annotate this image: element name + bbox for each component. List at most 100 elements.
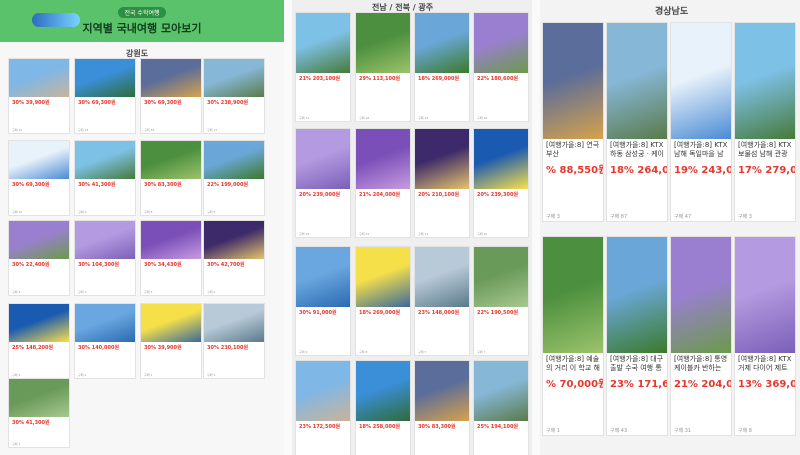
product-thumbnail[interactable] <box>356 361 410 421</box>
product-title[interactable]: [여행가을:8] KTX 보물섬 남해 관광어머니 당일여행 <box>738 141 792 159</box>
product-purchase-count: 구매 14 <box>359 232 370 236</box>
product-thumbnail[interactable] <box>296 129 350 189</box>
product-thumbnail[interactable] <box>356 13 410 73</box>
product-card[interactable]: 20% 210,100원 구매 11 <box>414 128 470 238</box>
product-title[interactable]: [여행가을:8] KTX 거제 다이어 제트 여행 1박2일 <box>738 355 792 373</box>
product-card[interactable]: [여행가을:8] 예술의 거리 이 학교 해외 % 70,000원구매 1 <box>542 236 604 436</box>
product-card[interactable]: 22% 190,500원 구매 7 <box>473 246 529 356</box>
product-card[interactable]: 30% 238,900원 구매 17 <box>203 58 265 134</box>
product-title[interactable]: [여행가을:8] KTX 남해 독일마을 남해남해 제일여행 1박2일 <box>674 141 728 159</box>
product-thumbnail[interactable] <box>671 23 731 139</box>
product-thumbnail[interactable] <box>75 59 135 97</box>
product-thumbnail[interactable] <box>9 221 69 259</box>
product-card[interactable]: [여행가을:8] 대구 출발 수국 여행 통영 거제 당일 여행 1박2 23% … <box>606 236 668 436</box>
product-card[interactable]: 30% 39,900원 구매 24 <box>8 58 70 134</box>
product-thumbnail[interactable] <box>9 59 69 97</box>
product-card[interactable]: 18% 258,000원구매 5 <box>355 360 411 455</box>
product-thumbnail[interactable] <box>474 247 528 307</box>
product-thumbnail[interactable] <box>671 237 731 353</box>
product-card[interactable]: [여행가을:8] KTX 거제 다이어 제트 여행 1박2일 13% 369,00… <box>734 236 796 436</box>
product-thumbnail[interactable] <box>735 237 795 353</box>
product-card[interactable]: [여행가을:8] KTX 하동 삼성궁 · 케이블카 산청 남해 여행 1일 18… <box>606 22 668 222</box>
product-card[interactable]: 23% 148,000원 구매 7 <box>414 246 470 356</box>
product-purchase-count: 구매 5 <box>207 210 216 214</box>
product-thumbnail[interactable] <box>415 361 469 421</box>
product-card[interactable]: 30% 69,300원 구매 12 <box>8 140 70 216</box>
product-purchase-count: 구매 22 <box>418 116 429 120</box>
product-card[interactable]: 30% 69,300원 구매 23 <box>74 58 136 134</box>
product-price: 18% 264,000원 <box>610 165 667 176</box>
product-card[interactable]: 30% 41,300원 구매 9 <box>74 140 136 216</box>
product-thumbnail[interactable] <box>204 304 264 342</box>
product-card[interactable]: 20% 239,000원 구매 16 <box>295 128 351 238</box>
product-card[interactable]: [여행가을:8] KTX 보물섬 남해 관광어머니 당일여행 17% 279,00… <box>734 22 796 222</box>
product-thumbnail[interactable] <box>474 13 528 73</box>
product-price: 30% 69,300원 <box>78 100 116 106</box>
product-card[interactable]: 30% 91,000원 구매 9 <box>295 246 351 356</box>
product-card[interactable]: [여행가을:8] 연극 부산 % 88,550원 구매 3 <box>542 22 604 222</box>
product-thumbnail[interactable] <box>356 129 410 189</box>
product-thumbnail[interactable] <box>474 129 528 189</box>
product-card[interactable]: 21% 203,100원 구매 31 <box>295 12 351 122</box>
product-title[interactable]: [여행가을:8] 연극 부산 <box>546 141 600 159</box>
product-thumbnail[interactable] <box>204 59 264 97</box>
product-thumbnail[interactable] <box>543 237 603 353</box>
product-card[interactable]: 30% 140,000원 구매 2 <box>74 303 136 379</box>
product-thumbnail[interactable] <box>296 361 350 421</box>
product-card[interactable]: 25% 148,200원 구매 2 <box>8 303 70 379</box>
product-card[interactable]: 30% 69,300원 구매 32 <box>140 58 202 134</box>
product-thumbnail[interactable] <box>607 23 667 139</box>
product-thumbnail[interactable] <box>9 141 69 179</box>
product-card[interactable]: 18% 269,000원구매 22 <box>414 12 470 122</box>
product-thumbnail[interactable] <box>607 237 667 353</box>
product-card[interactable]: 25% 194,100원구매 3 <box>473 360 529 455</box>
product-card[interactable]: 30% 230,100원 구매 1 <box>203 303 265 379</box>
product-thumbnail[interactable] <box>356 247 410 307</box>
product-thumbnail[interactable] <box>543 23 603 139</box>
product-purchase-count: 구매 9 <box>78 210 87 214</box>
product-card[interactable]: 18% 269,000원 구매 8 <box>355 246 411 356</box>
product-card[interactable]: [여행가을:8] KTX 남해 독일마을 남해남해 제일여행 1박2일 19% 2… <box>670 22 732 222</box>
product-thumbnail[interactable] <box>141 304 201 342</box>
product-card[interactable]: 22% 180,600원 구매 18 <box>473 12 529 122</box>
product-card[interactable]: 30% 34,430원 구매 3 <box>140 220 202 296</box>
product-thumbnail[interactable] <box>415 129 469 189</box>
product-card[interactable]: 30% 42,700원 구매 2 <box>203 220 265 296</box>
product-thumbnail[interactable] <box>735 23 795 139</box>
product-card[interactable]: [여행가을:8] 통영 케이블카 반하는 남해 여행 1박2 21% 204,00… <box>670 236 732 436</box>
product-thumbnail[interactable] <box>415 13 469 73</box>
product-card[interactable]: 29% 113,100원 구매 28 <box>355 12 411 122</box>
product-thumbnail[interactable] <box>75 221 135 259</box>
product-price: 23% 172,500원 <box>299 424 341 430</box>
product-card[interactable]: 21% 204,000원 구매 14 <box>355 128 411 238</box>
product-card[interactable]: 30% 104,300원 구매 3 <box>74 220 136 296</box>
product-thumbnail[interactable] <box>141 221 201 259</box>
product-thumbnail[interactable] <box>141 141 201 179</box>
product-price: 18% 269,000원 <box>418 76 460 82</box>
product-thumbnail[interactable] <box>75 304 135 342</box>
product-card[interactable]: 20% 239,300원 구매 10 <box>473 128 529 238</box>
product-title[interactable]: [여행가을:8] KTX 하동 삼성궁 · 케이블카 산청 남해 여행 1일 <box>610 141 664 159</box>
product-card[interactable]: 23% 172,500원구매 6 <box>295 360 351 455</box>
product-thumbnail[interactable] <box>204 141 264 179</box>
product-card[interactable]: 30% 83,300원 구매 8 <box>140 140 202 216</box>
product-thumbnail[interactable] <box>204 221 264 259</box>
product-thumbnail[interactable] <box>474 361 528 421</box>
product-card[interactable]: 22% 199,000원구매 5 <box>203 140 265 216</box>
product-thumbnail[interactable] <box>296 247 350 307</box>
product-title[interactable]: [여행가을:8] 예술의 거리 이 학교 해외 <box>546 355 600 373</box>
product-title[interactable]: [여행가을:8] 통영 케이블카 반하는 남해 여행 1박2 <box>674 355 728 373</box>
product-thumbnail[interactable] <box>296 13 350 73</box>
product-thumbnail[interactable] <box>9 379 69 417</box>
product-thumbnail[interactable] <box>415 247 469 307</box>
product-title[interactable]: [여행가을:8] 대구 출발 수국 여행 통영 거제 당일 여행 1박2 <box>610 355 664 373</box>
product-thumbnail[interactable] <box>141 59 201 97</box>
product-card[interactable]: 30% 39,900원 구매 1 <box>140 303 202 379</box>
product-card[interactable]: 30% 22,400원 구매 4 <box>8 220 70 296</box>
product-thumbnail[interactable] <box>75 141 135 179</box>
product-thumbnail[interactable] <box>9 304 69 342</box>
product-price: 22% 199,000원 <box>207 182 249 188</box>
product-card[interactable]: 30% 83,300원구매 4 <box>414 360 470 455</box>
product-card[interactable]: 30% 41,300원 구매 1 <box>8 378 70 448</box>
panel-gap-right <box>532 0 540 455</box>
